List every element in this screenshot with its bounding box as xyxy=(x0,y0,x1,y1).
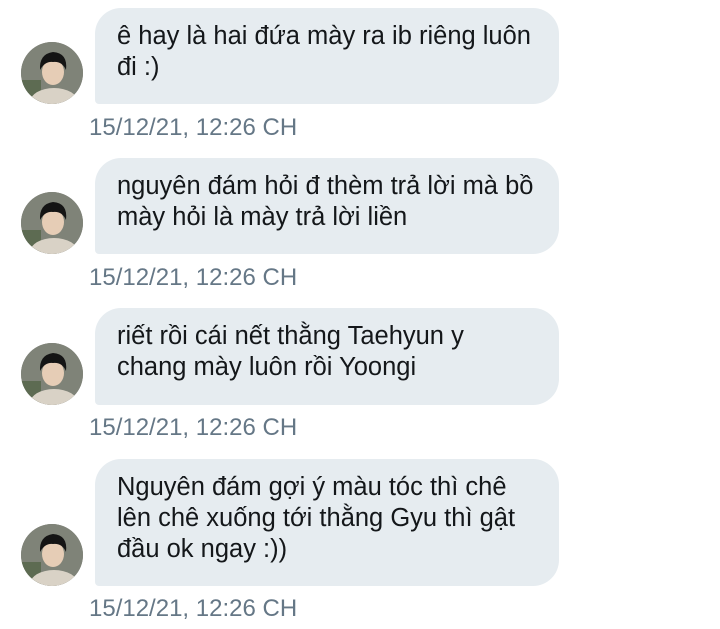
avatar[interactable] xyxy=(21,42,83,104)
message-bubble[interactable]: ê hay là hai đứa mày ra ib riêng luôn đi… xyxy=(95,8,559,104)
message-text: nguyên đám hỏi đ thèm trả lời mà bồ mày … xyxy=(117,172,534,231)
message-bubble[interactable]: riết rồi cái nết thằng Taehyun y chang m… xyxy=(95,308,559,405)
avatar-photo-icon xyxy=(21,343,83,405)
avatar[interactable] xyxy=(21,343,83,405)
message-timestamp: 15/12/21, 12:26 CH xyxy=(89,595,298,622)
avatar-photo-icon xyxy=(21,524,83,586)
message-text: Nguyên đám gợi ý màu tóc thì chê lên chê… xyxy=(117,473,516,563)
avatar-photo-icon xyxy=(21,192,83,254)
message-timestamp: 15/12/21, 12:26 CH xyxy=(89,114,298,141)
avatar-photo-icon xyxy=(21,42,83,104)
message-bubble[interactable]: nguyên đám hỏi đ thèm trả lời mà bồ mày … xyxy=(95,158,559,254)
message-text: riết rồi cái nết thằng Taehyun y chang m… xyxy=(117,322,464,381)
message-bubble[interactable]: Nguyên đám gợi ý màu tóc thì chê lên chê… xyxy=(95,459,559,586)
message-timestamp: 15/12/21, 12:26 CH xyxy=(89,264,298,291)
message-timestamp: 15/12/21, 12:26 CH xyxy=(89,414,298,441)
avatar[interactable] xyxy=(21,524,83,586)
avatar[interactable] xyxy=(21,192,83,254)
message-text: ê hay là hai đứa mày ra ib riêng luôn đi… xyxy=(117,22,531,81)
